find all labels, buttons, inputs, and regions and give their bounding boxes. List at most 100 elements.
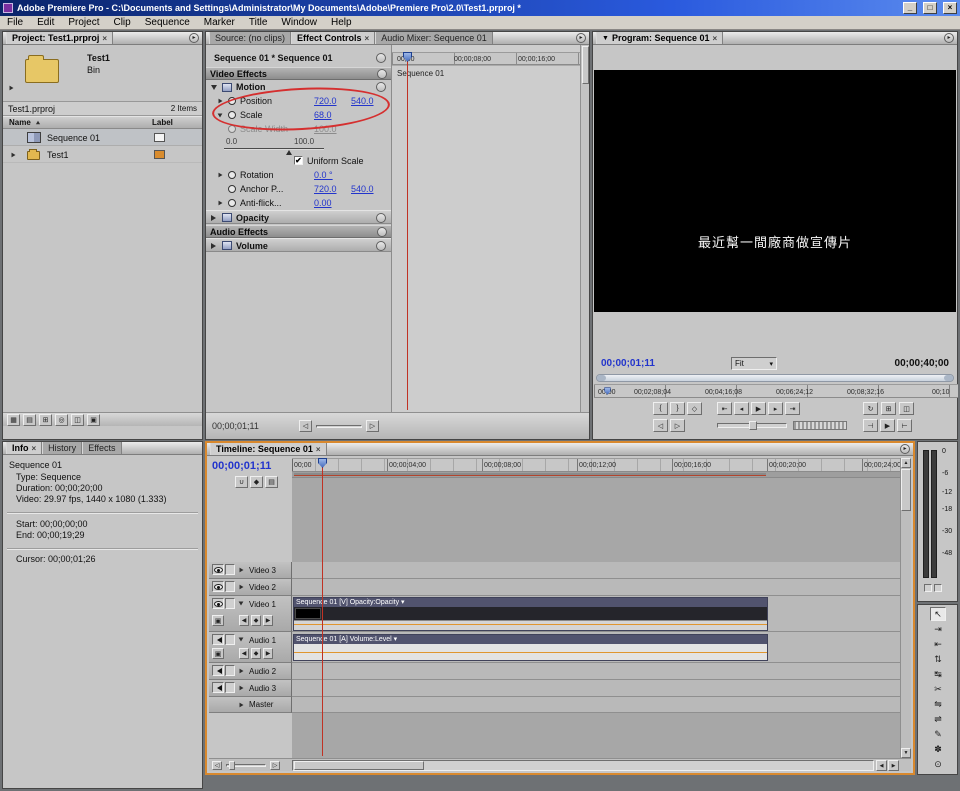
lock-track-box[interactable] (225, 665, 235, 676)
zoom-slider-thumb[interactable] (229, 761, 235, 770)
new-bin-button[interactable]: ◫ (71, 414, 84, 426)
collapse-track-icon[interactable] (239, 602, 244, 606)
reset-effect-icon[interactable] (376, 82, 386, 92)
zoom-level-select[interactable]: Fit ▾ (731, 357, 777, 370)
video-clip-graph[interactable] (294, 620, 767, 630)
twirl-closed-icon[interactable] (211, 215, 216, 221)
close-tab-icon[interactable]: × (712, 34, 717, 43)
timeline-ruler[interactable]: 00;00 00;00;04;00 00;00;08;00 00;00;12;0… (292, 458, 900, 472)
rate-stretch-tool[interactable]: ↹ (930, 667, 946, 681)
effects-time-ruler[interactable]: 00;00 00;00;08;00 00;00;16;00 (392, 52, 580, 65)
project-row-bin[interactable]: Test1 (3, 146, 202, 163)
rotation-value[interactable]: 0.0 ° (314, 170, 333, 180)
program-current-time[interactable]: 00;00;01;11 (601, 358, 655, 369)
next-keyframe-button[interactable]: ▶ (263, 615, 273, 626)
motion-effect-row[interactable]: Motion (206, 80, 391, 94)
set-marker-button[interactable]: ◇ (687, 402, 702, 415)
program-time-ruler[interactable]: 00;00 00;02;08;04 00;04;16;08 00;06;24;1… (594, 384, 958, 398)
zoom-out-icon[interactable]: ◁ (299, 420, 312, 432)
column-header-name[interactable]: Name (3, 116, 147, 129)
shuttle-slider[interactable] (717, 423, 787, 428)
jog-disk[interactable] (793, 421, 847, 430)
list-view-button[interactable]: ▤ (23, 414, 36, 426)
work-area-segment[interactable] (294, 473, 766, 476)
loop-button[interactable]: ↻ (863, 402, 878, 415)
next-marker-button[interactable]: ▷ (670, 419, 685, 432)
zoom-out-icon[interactable]: ◁ (212, 761, 222, 770)
zoom-in-icon[interactable]: ▷ (366, 420, 379, 432)
zoom-tool[interactable]: ⊙ (930, 757, 946, 771)
tab-timeline[interactable]: Timeline: Sequence 01 × (210, 443, 327, 455)
stopwatch-icon[interactable] (228, 199, 236, 207)
tab-audio-mixer[interactable]: Audio Mixer: Sequence 01 (375, 32, 493, 44)
video3-track-row[interactable] (292, 562, 900, 579)
icon-view-button[interactable]: ▦ (7, 414, 20, 426)
horizontal-scrollbar[interactable] (292, 760, 874, 771)
view-area-bar[interactable] (596, 374, 954, 382)
video2-track-row[interactable] (292, 579, 900, 596)
volume-effect-row[interactable]: Volume (206, 238, 391, 252)
toggle-track-output-icon[interactable] (212, 665, 224, 676)
audio1-track-header[interactable]: Audio 1 ▣ ◀ ◆ ▶ (209, 632, 292, 663)
effects-mini-timeline[interactable]: 00;00 00;00;08;00 00;00;16;00 Sequence 0… (392, 45, 580, 412)
minimize-button[interactable]: _ (903, 2, 917, 14)
play-button[interactable]: ▶ (751, 402, 766, 415)
scale-value[interactable]: 68.0 (314, 110, 332, 120)
timeline-current-time[interactable]: 00;00;01;11 (212, 460, 271, 472)
step-forward-button[interactable]: ▸ (768, 402, 783, 415)
prev-keyframe-button[interactable]: ◀ (239, 648, 249, 659)
menu-sequence[interactable]: Sequence (138, 16, 197, 29)
effects-timecode[interactable]: 00;00;01;11 (212, 421, 259, 431)
tab-history[interactable]: History (42, 442, 82, 454)
scrollbar-thumb[interactable] (901, 469, 911, 511)
track-select-tool[interactable]: ⇥ (930, 622, 946, 636)
menu-file[interactable]: File (0, 16, 30, 29)
go-to-in-button[interactable]: ⇤ (717, 402, 732, 415)
go-to-out-button[interactable]: ⇥ (785, 402, 800, 415)
playhead-line[interactable] (407, 52, 408, 410)
add-keyframe-button[interactable]: ◆ (251, 648, 261, 659)
find-button[interactable]: ◎ (55, 414, 68, 426)
stopwatch-icon[interactable] (228, 111, 236, 119)
expand-track-icon[interactable] (240, 686, 244, 691)
razor-tool[interactable]: ✂ (930, 682, 946, 696)
panel-menu-icon[interactable]: ▸ (576, 33, 586, 43)
audio3-track-header[interactable]: Audio 3 (209, 680, 292, 697)
poster-play-icon[interactable] (10, 86, 14, 91)
scroll-left-icon[interactable]: ◀ (876, 760, 887, 771)
set-out-button[interactable]: } (670, 402, 685, 415)
meter-option-box[interactable] (934, 584, 942, 592)
scrollbar-thumb[interactable] (582, 46, 589, 84)
trim-left-button[interactable]: ⊣ (863, 419, 878, 432)
menu-marker[interactable]: Marker (197, 16, 242, 29)
video2-track-header[interactable]: Video 2 (209, 579, 292, 596)
snap-button[interactable]: ∪ (235, 476, 248, 488)
close-tab-icon[interactable]: × (316, 445, 321, 454)
opacity-rubber-band[interactable] (294, 624, 767, 625)
maximize-button[interactable]: □ (923, 2, 937, 14)
twirl-open-icon[interactable] (218, 114, 223, 118)
menu-edit[interactable]: Edit (30, 16, 61, 29)
toggle-track-output-icon[interactable] (212, 634, 224, 645)
position-x-value[interactable]: 720.0 (314, 96, 337, 106)
collapse-track-icon[interactable] (239, 638, 244, 642)
scroll-down-icon[interactable]: ▼ (901, 748, 911, 758)
antiflicker-value[interactable]: 0.00 (314, 198, 332, 208)
master-track-header[interactable]: Master (209, 697, 292, 713)
lock-track-box[interactable] (225, 581, 235, 592)
set-marker-button[interactable]: ◆ (250, 476, 263, 488)
selection-tool[interactable]: ↖ (930, 607, 946, 621)
opacity-effect-label[interactable]: Opacity (236, 213, 269, 223)
video1-track-header[interactable]: Video 1 ▣ ◀ ◆ ▶ (209, 596, 292, 632)
vertical-scrollbar[interactable] (580, 45, 589, 412)
lock-track-box[interactable] (225, 598, 235, 609)
shuttle-thumb[interactable] (749, 421, 757, 430)
flyout-icon[interactable]: ▼ (602, 35, 609, 42)
slide-tool[interactable]: ⇌ (930, 712, 946, 726)
lock-track-box[interactable] (225, 634, 235, 645)
add-keyframe-button[interactable]: ◆ (251, 615, 261, 626)
tab-program[interactable]: ▼ Program: Sequence 01 × (596, 32, 723, 44)
twirl-closed-icon[interactable] (219, 173, 223, 178)
master-track-row[interactable] (292, 697, 900, 713)
toggle-track-output-icon[interactable] (212, 564, 224, 575)
